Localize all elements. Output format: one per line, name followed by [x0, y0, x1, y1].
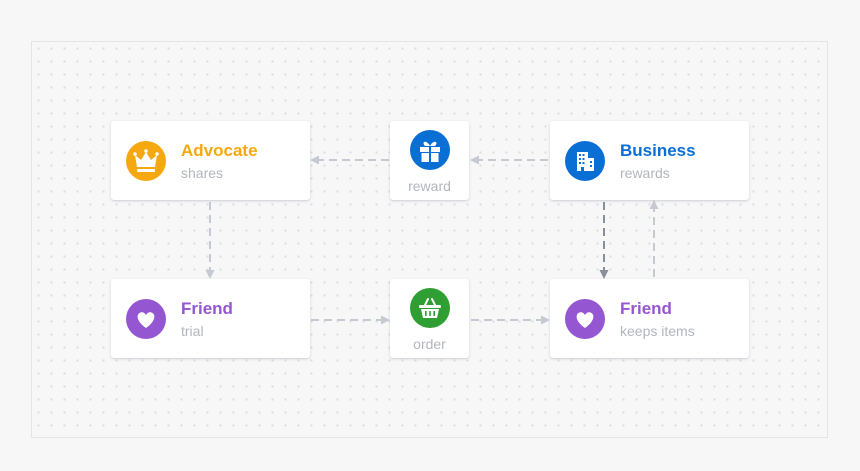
advocate-subtitle: shares — [181, 165, 224, 181]
reward-label: reward — [408, 178, 451, 194]
friend-keeps-title: Friend — [620, 299, 672, 318]
reward-node[interactable]: reward — [390, 121, 469, 200]
business-subtitle: rewards — [620, 165, 670, 181]
heart-icon — [126, 299, 166, 339]
order-label: order — [413, 336, 446, 352]
friend-trial-subtitle: trial — [181, 323, 204, 339]
advocate-title: Advocate — [181, 141, 258, 160]
friend-keeps-node[interactable]: Friend keeps items — [550, 279, 749, 358]
basket-icon — [410, 288, 450, 328]
gift-icon — [410, 130, 450, 170]
crown-icon — [126, 141, 166, 181]
advocate-node[interactable]: Advocate shares — [111, 121, 310, 200]
order-node[interactable]: order — [390, 279, 469, 358]
friend-trial-title: Friend — [181, 299, 233, 318]
building-icon — [565, 141, 605, 181]
arrow-layer — [205, 155, 659, 325]
business-title: Business — [620, 141, 696, 160]
friend-trial-node[interactable]: Friend trial — [111, 279, 310, 358]
heart-icon — [565, 299, 605, 339]
business-node[interactable]: Business rewards — [550, 121, 749, 200]
friend-keeps-subtitle: keeps items — [620, 323, 695, 339]
